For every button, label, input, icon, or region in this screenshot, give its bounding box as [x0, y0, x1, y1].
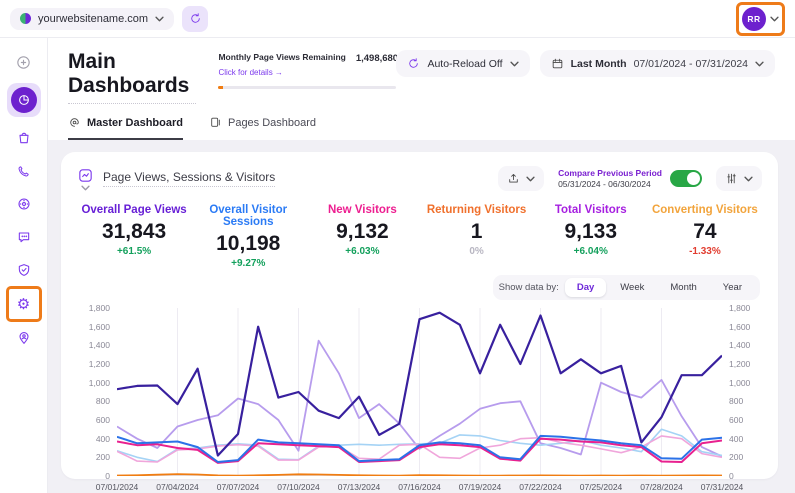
sidebar-item-visitors[interactable] [10, 324, 38, 352]
granularity-week[interactable]: Week [608, 278, 656, 297]
sidebar-item-store[interactable] [10, 124, 38, 152]
metric-converting-visitors[interactable]: Converting Visitors 74 -1.33% [648, 204, 762, 269]
refresh-icon [189, 12, 202, 25]
add-circle-icon [15, 54, 32, 71]
metric-new-visitors[interactable]: New Visitors 9,132 +6.03% [305, 204, 419, 269]
sidebar-item-privacy[interactable] [10, 256, 38, 284]
chart-canvas [117, 308, 722, 476]
visitor-pin-icon [16, 330, 32, 346]
compare-toggle[interactable] [670, 170, 702, 187]
tab-label: Master Dashboard [87, 117, 183, 129]
master-dashboard-icon [68, 116, 81, 129]
shield-check-icon [16, 262, 32, 278]
export-icon [507, 172, 520, 185]
content-area: Page Views, Sessions & Visitors Compare … [48, 140, 795, 493]
card-title: Page Views, Sessions & Visitors [103, 170, 275, 187]
line-chart: 1,8001,6001,4001,2001,0008006004002000 1… [77, 308, 762, 476]
page-title: Main Dashboards [68, 50, 196, 104]
metric-total-visitors[interactable]: Total Visitors 9,133 +6.04% [534, 204, 648, 269]
calendar-icon [551, 57, 564, 70]
user-menu[interactable]: RR [742, 7, 779, 31]
sidebar-item-add[interactable] [10, 48, 38, 76]
pie-chart-icon [17, 93, 31, 107]
pageviews-card: Page Views, Sessions & Visitors Compare … [61, 152, 778, 479]
shopping-bag-icon [16, 130, 32, 146]
chart-options-button[interactable] [716, 166, 762, 191]
gear-icon: ⚙ [17, 297, 30, 312]
x-axis: 07/01/202407/04/202407/07/202407/10/2024… [77, 482, 762, 492]
metric-overall-visitor-sessions[interactable]: Overall Visitor Sessions 10,198 +9.27% [191, 204, 305, 269]
granularity-year[interactable]: Year [711, 278, 754, 297]
sidebar-item-dashboards[interactable] [7, 83, 41, 117]
quota-label: Monthly Page Views Remaining [218, 52, 345, 62]
granularity-switch: Show data by: Day Week Month Year [493, 275, 760, 300]
app-window: yourwebsitename.com RR [0, 0, 795, 493]
export-button[interactable] [498, 166, 544, 191]
sidebar-item-recordings[interactable] [10, 190, 38, 218]
site-favicon-icon [20, 13, 31, 24]
tab-pages-dashboard[interactable]: Pages Dashboard [209, 116, 316, 140]
sidebar-item-calls[interactable] [10, 157, 38, 185]
chevron-down-icon [755, 61, 764, 67]
quota-progress-fill [218, 86, 222, 89]
chevron-down-icon [81, 185, 90, 191]
series-line [117, 474, 722, 476]
date-range-dropdown[interactable]: Last Month 07/01/2024 - 07/31/2024 [540, 50, 775, 77]
phone-icon [16, 164, 31, 179]
site-selector[interactable]: yourwebsitename.com [10, 8, 174, 30]
page-header: Main Dashboards Monthly Page Views Remai… [48, 38, 795, 140]
y-axis-right: 1,8001,6001,4001,2001,0008006004002000 [722, 308, 762, 476]
granularity-day[interactable]: Day [565, 278, 606, 297]
quota-details-link[interactable]: Click for details → [218, 68, 282, 77]
chevron-down-icon [744, 176, 753, 182]
tab-bar: Master Dashboard Pages Dashboard [68, 116, 775, 140]
chevron-down-icon [526, 176, 535, 182]
compare-previous-period: Compare Previous Period 05/31/2024 - 06/… [552, 165, 708, 192]
compare-label: Compare Previous Period [558, 168, 662, 178]
date-range-label: Last Month [571, 58, 627, 70]
chevron-down-icon [510, 61, 519, 67]
sidebar: ⚙ [0, 38, 48, 493]
auto-reload-dropdown[interactable]: Auto-Reload Off [396, 50, 529, 77]
chevron-down-icon [770, 16, 779, 22]
annotation-avatar-highlight: RR [736, 2, 785, 36]
annotation-settings-highlight: ⚙ [6, 286, 42, 322]
chart-widget-icon [77, 167, 94, 184]
chat-bubble-icon [16, 229, 32, 245]
date-range-value: 07/01/2024 - 07/31/2024 [634, 58, 748, 70]
sidebar-item-settings[interactable]: ⚙ [10, 290, 38, 318]
tab-master-dashboard[interactable]: Master Dashboard [68, 116, 183, 140]
topbar: yourwebsitename.com RR [0, 0, 795, 38]
open-site-button[interactable] [182, 6, 208, 32]
compare-range: 05/31/2024 - 06/30/2024 [558, 179, 662, 189]
y-axis-left: 1,8001,6001,4001,2001,0008006004002000 [77, 308, 117, 476]
auto-reload-label: Auto-Reload Off [427, 58, 502, 70]
chevron-down-icon [155, 16, 164, 22]
sliders-icon [725, 172, 738, 185]
metric-returning-visitors[interactable]: Returning Visitors 1 0% [419, 204, 533, 269]
sidebar-item-chat[interactable] [10, 223, 38, 251]
quota-block: Monthly Page Views Remaining Click for d… [218, 52, 396, 89]
dashboard-icon[interactable] [11, 87, 37, 113]
avatar: RR [742, 7, 766, 31]
toggle-knob [687, 172, 700, 185]
auto-reload-icon [407, 57, 420, 70]
lens-icon [16, 196, 32, 212]
metrics-row: Overall Page Views 31,843 +61.5% Overall… [77, 204, 762, 269]
card-widget-icon[interactable] [77, 167, 94, 191]
site-name: yourwebsitename.com [38, 13, 148, 25]
metric-overall-page-views[interactable]: Overall Page Views 31,843 +61.5% [77, 204, 191, 269]
granularity-month[interactable]: Month [658, 278, 708, 297]
pages-dashboard-icon [209, 116, 222, 129]
tab-label: Pages Dashboard [228, 117, 316, 129]
quota-progress-bar [218, 86, 396, 89]
granularity-label: Show data by: [499, 282, 559, 293]
